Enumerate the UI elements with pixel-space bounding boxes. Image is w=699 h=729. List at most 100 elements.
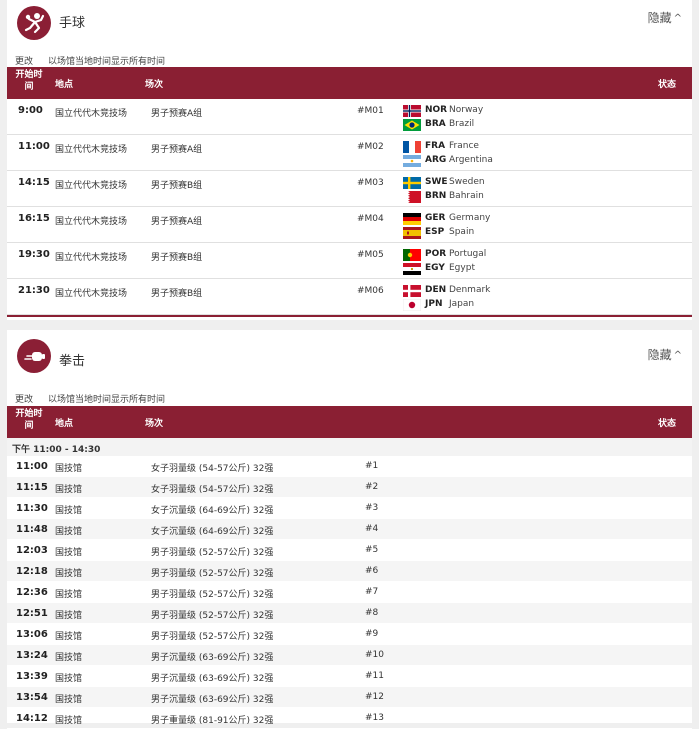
table-row[interactable]: 11:15 国技馆 女子羽量级 (54-57公斤) 32强 #2 <box>7 477 692 498</box>
team-name: Bahrain <box>449 191 484 201</box>
boxing-table-body: 11:00 国技馆 女子羽量级 (54-57公斤) 32强 #1 11:15 国技馆 女子羽… <box>7 456 692 729</box>
bout-venue: 国技馆 <box>55 506 83 516</box>
handball-table-body: 9:00 国立代代木竞技场 男子预赛A组 #M01 NOR Norway BRA… <box>7 99 692 317</box>
bout-venue: 国技馆 <box>55 527 83 537</box>
match-number: #M01 <box>357 106 384 116</box>
bout-event: 男子羽量级 (52-57公斤) 32强 <box>151 632 274 642</box>
table-header: 开始时间 地点 场次 状态 <box>7 67 692 99</box>
table-row[interactable]: 9:00 国立代代木竞技场 男子预赛A组 #M01 NOR Norway BRA… <box>7 99 692 135</box>
bout-event: 男子重量级 (81-91公斤) 32强 <box>151 716 274 726</box>
table-row[interactable]: 12:03 国技馆 男子羽量级 (52-57公斤) 32强 #5 <box>7 540 692 561</box>
header-start-time: 开始时间 <box>15 409 43 431</box>
bout-venue: 国技馆 <box>55 716 83 726</box>
germany-flag-icon <box>403 213 421 225</box>
table-row[interactable]: 14:15 国立代代木竞技场 男子预赛B组 #M03 SWE Sweden BR… <box>7 171 692 207</box>
table-row[interactable]: 12:51 国技馆 男子羽量级 (52-57公斤) 32强 #8 <box>7 603 692 624</box>
table-row[interactable]: 13:24 国技馆 男子沉量级 (63-69公斤) 32强 #10 <box>7 645 692 666</box>
match-number: #M02 <box>357 142 384 152</box>
table-row[interactable]: 13:54 国技馆 男子沉量级 (63-69公斤) 32强 #12 <box>7 687 692 708</box>
table-row[interactable]: 11:30 国技馆 女子沉量级 (64-69公斤) 32强 #3 <box>7 498 692 519</box>
bout-event: 男子沉量级 (63-69公斤) 32强 <box>151 653 274 663</box>
table-row[interactable]: 12:18 国技馆 男子羽量级 (52-57公斤) 32强 #6 <box>7 561 692 582</box>
match-number: #M03 <box>357 178 384 188</box>
handball-section: 手球 隐藏 ^ 更改 以场馆当地时间显示所有时间 开始时间 地点 场次 状态 9:… <box>7 0 692 320</box>
match-venue: 国立代代木竞技场 <box>55 253 128 263</box>
match-venue: 国立代代木竞技场 <box>55 145 128 155</box>
bout-venue: 国技馆 <box>55 653 83 663</box>
match-event: 男子预赛A组 <box>151 145 203 155</box>
bout-event: 男子羽量级 (52-57公斤) 32强 <box>151 590 274 600</box>
match-event: 男子预赛A组 <box>151 109 203 119</box>
team-code: FRA <box>425 141 446 151</box>
hide-button[interactable]: 隐藏 ^ <box>648 346 682 363</box>
team-name: Norway <box>449 105 484 115</box>
bout-venue: 国技馆 <box>55 569 83 579</box>
argentina-flag-icon <box>403 155 421 167</box>
session-header: 下午 11:00 - 14:30 <box>7 438 692 456</box>
bout-venue: 国技馆 <box>55 464 83 474</box>
sport-title: 手球 <box>59 16 86 31</box>
table-row[interactable]: 21:30 国立代代木竞技场 男子预赛B组 #M06 DEN Denmark J… <box>7 279 692 315</box>
match-number: #M06 <box>357 286 384 296</box>
team-name: Japan <box>449 299 475 309</box>
table-row[interactable]: 16:15 国立代代木竞技场 男子预赛A组 #M04 GER Germany E… <box>7 207 692 243</box>
handball-header: 手球 隐藏 ^ <box>7 0 692 50</box>
match-time: 14:15 <box>18 177 50 188</box>
bout-time: 12:51 <box>16 608 48 619</box>
match-time: 11:00 <box>18 141 50 152</box>
bout-time: 13:24 <box>16 650 48 661</box>
team-name: Germany <box>449 213 491 223</box>
bout-venue: 国技馆 <box>55 548 83 558</box>
brazil-flag-icon <box>403 119 421 131</box>
team-code: SWE <box>425 177 448 187</box>
table-row[interactable]: 12:36 国技馆 男子羽量级 (52-57公斤) 32强 #7 <box>7 582 692 603</box>
table-row[interactable]: 19:30 国立代代木竞技场 男子预赛B组 #M05 POR Portugal … <box>7 243 692 279</box>
change-link[interactable]: 更改 <box>15 392 33 405</box>
chevron-up-icon: ^ <box>673 13 682 24</box>
hide-label: 隐藏 <box>647 11 672 25</box>
team-name: Argentina <box>449 155 493 165</box>
france-flag-icon <box>403 141 421 153</box>
table-row[interactable]: 11:00 国技馆 女子羽量级 (54-57公斤) 32强 #1 <box>7 456 692 477</box>
table-row[interactable]: 11:00 国立代代木竞技场 男子预赛A组 #M02 FRA France AR… <box>7 135 692 171</box>
bout-number: #12 <box>365 692 384 702</box>
bout-venue: 国技馆 <box>55 611 83 621</box>
match-event: 男子预赛B组 <box>151 181 203 191</box>
boxing-icon <box>17 339 51 373</box>
hide-button[interactable]: 隐藏 ^ <box>648 9 682 26</box>
team-code: BRA <box>425 119 446 129</box>
bout-time: 11:30 <box>16 503 48 514</box>
team-name: Egypt <box>449 263 475 273</box>
bout-venue: 国技馆 <box>55 674 83 684</box>
match-time: 19:30 <box>18 249 50 260</box>
match-venue: 国立代代木竞技场 <box>55 289 128 299</box>
match-venue: 国立代代木竞技场 <box>55 217 128 227</box>
bout-event: 男子沉量级 (63-69公斤) 32强 <box>151 695 274 705</box>
table-row[interactable]: 11:48 国技馆 女子沉量级 (64-69公斤) 32强 #4 <box>7 519 692 540</box>
bout-venue: 国技馆 <box>55 632 83 642</box>
team-name: Sweden <box>449 177 485 187</box>
bout-number: #11 <box>365 671 384 681</box>
table-row[interactable]: 14:12 国技馆 男子重量级 (81-91公斤) 32强 #13 <box>7 708 692 729</box>
norway-flag-icon <box>403 105 421 117</box>
match-event: 男子预赛B组 <box>151 289 203 299</box>
bout-event: 男子羽量级 (52-57公斤) 32强 <box>151 548 274 558</box>
time-note-row: 更改 以场馆当地时间显示所有时间 <box>7 377 692 406</box>
session-label: 下午 11:00 - 14:30 <box>12 445 101 455</box>
bout-event: 男子羽量级 (52-57公斤) 32强 <box>151 569 274 579</box>
header-status: 状态 <box>657 419 676 429</box>
change-link[interactable]: 更改 <box>15 54 33 67</box>
japan-flag-icon <box>403 299 421 311</box>
bout-time: 11:00 <box>16 461 48 472</box>
team-name: France <box>449 141 479 151</box>
team-code: ESP <box>425 227 445 237</box>
table-row[interactable]: 13:39 国技馆 男子沉量级 (63-69公斤) 32强 #11 <box>7 666 692 687</box>
header-venue: 地点 <box>55 419 74 429</box>
bout-event: 男子羽量级 (52-57公斤) 32强 <box>151 611 274 621</box>
divider <box>7 315 692 317</box>
bout-time: 14:12 <box>16 713 48 724</box>
bout-number: #2 <box>365 482 379 492</box>
table-row[interactable]: 13:06 国技馆 男子羽量级 (52-57公斤) 32强 #9 <box>7 624 692 645</box>
bout-event: 女子沉量级 (64-69公斤) 32强 <box>151 527 274 537</box>
bout-venue: 国技馆 <box>55 590 83 600</box>
